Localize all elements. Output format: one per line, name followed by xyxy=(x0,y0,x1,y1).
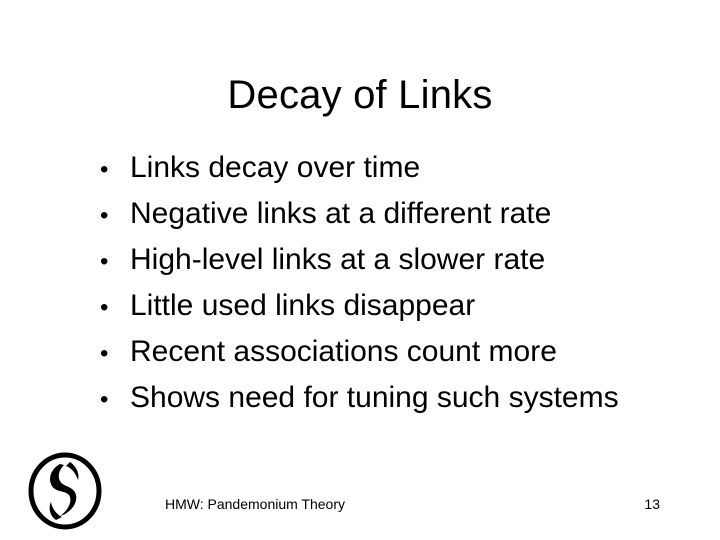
bullet-text: Negative links at a different rate xyxy=(130,197,552,230)
bullet-marker: • xyxy=(100,202,109,229)
bullet-item: • High-level links at a slower rate xyxy=(100,237,700,283)
footer-title: HMW: Pandemonium Theory xyxy=(165,496,345,512)
bullet-item: • Recent associations count more xyxy=(100,329,700,375)
bullet-item: • Links decay over time xyxy=(100,145,700,191)
bullet-text: High-level links at a slower rate xyxy=(130,243,546,276)
swirl-logo-icon xyxy=(28,452,102,530)
bullet-item: • Little used links disappear xyxy=(100,283,700,329)
bullet-marker: • xyxy=(100,340,109,367)
bullet-text: Little used links disappear xyxy=(130,289,476,322)
bullet-marker: • xyxy=(100,386,109,413)
bullet-marker: • xyxy=(100,156,109,183)
bullet-text: Links decay over time xyxy=(130,151,421,184)
bullet-text: Shows need for tuning such systems xyxy=(130,381,619,414)
bullet-marker: • xyxy=(100,294,109,321)
slide: Decay of Links • Links decay over time •… xyxy=(0,0,720,540)
bullet-item: • Shows need for tuning such systems xyxy=(100,375,700,421)
bullet-item: • Negative links at a different rate xyxy=(100,191,700,237)
bullet-list: • Links decay over time • Negative links… xyxy=(100,145,700,421)
page-number: 13 xyxy=(644,496,660,512)
bullet-marker: • xyxy=(100,248,109,275)
slide-title: Decay of Links xyxy=(227,73,493,117)
bullet-text: Recent associations count more xyxy=(130,335,557,368)
